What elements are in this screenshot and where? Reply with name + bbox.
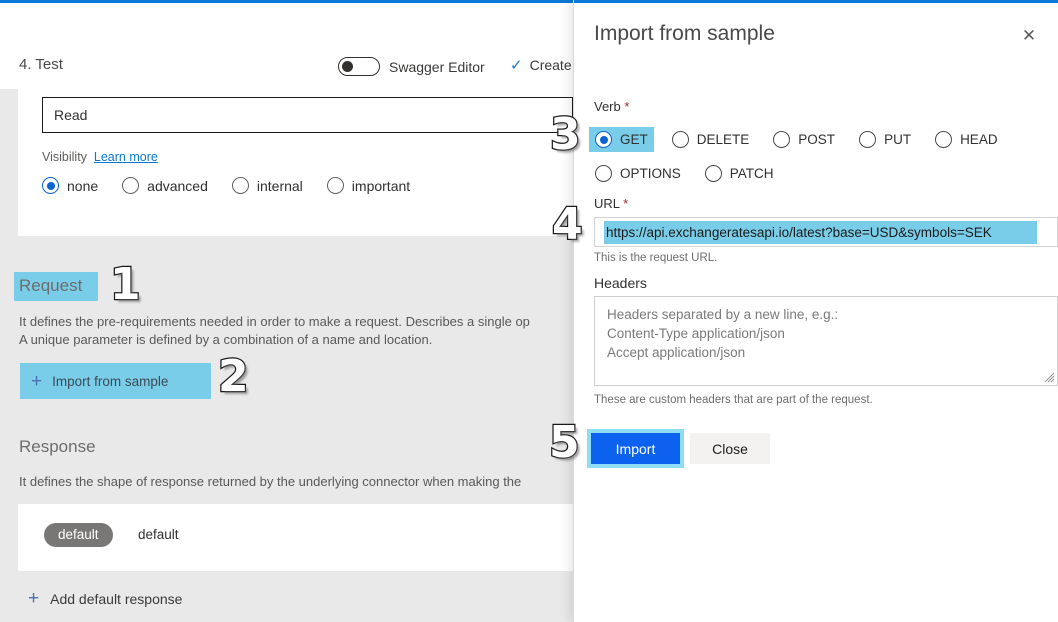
required-asterisk: * bbox=[623, 196, 629, 211]
import-from-sample-label: Import from sample bbox=[52, 373, 169, 389]
page-title: 4. Test bbox=[19, 56, 63, 73]
status-badge: default bbox=[44, 523, 113, 547]
visibility-radio-important[interactable]: important bbox=[326, 177, 411, 194]
url-input[interactable]: https://api.exchangeratesapi.io/latest?b… bbox=[594, 217, 1058, 247]
plus-icon: + bbox=[31, 370, 43, 392]
import-button[interactable]: Import bbox=[591, 433, 680, 464]
radio-label: HEAD bbox=[960, 132, 998, 147]
screenshot-root: 4. Test Swagger Editor ✓ Create Read Vis… bbox=[0, 0, 1058, 622]
annotation-marker-4: 4 bbox=[551, 199, 584, 250]
annotation-marker-5: 5 bbox=[548, 417, 581, 468]
radio-circle-icon bbox=[42, 177, 59, 194]
verb-radio-group-row-2[interactable]: OPTIONS PATCH bbox=[589, 161, 780, 186]
radio-circle-icon bbox=[595, 165, 612, 182]
url-field-label: URL * bbox=[594, 196, 628, 211]
import-from-sample-button[interactable]: + Import from sample bbox=[20, 363, 211, 399]
verb-field-label: Verb * bbox=[594, 99, 629, 114]
radio-label: none bbox=[67, 177, 99, 194]
radio-label: POST bbox=[798, 132, 836, 147]
annotation-marker-1: 1 bbox=[109, 259, 142, 310]
radio-circle-icon bbox=[859, 131, 877, 148]
close-icon[interactable]: ✕ bbox=[1014, 20, 1044, 50]
verb-radio-head[interactable]: HEAD bbox=[929, 127, 1004, 152]
response-section-title: Response bbox=[19, 437, 96, 456]
visibility-row: Visibility Learn more bbox=[42, 150, 158, 164]
radio-label: internal bbox=[256, 177, 303, 194]
create-connector-button[interactable]: ✓ Create bbox=[510, 57, 572, 73]
request-section-title: Request bbox=[14, 272, 99, 301]
add-default-response-button[interactable]: + Add default response bbox=[28, 589, 182, 608]
step-header: 4. Test Swagger Editor ✓ Create bbox=[0, 43, 573, 89]
operation-card: Read Visibility Learn more none advanced… bbox=[18, 89, 573, 236]
visibility-radio-internal[interactable]: internal bbox=[231, 177, 303, 194]
resize-grip-icon[interactable] bbox=[1043, 371, 1055, 383]
verb-radio-put[interactable]: PUT bbox=[853, 127, 917, 152]
visibility-label: Visibility bbox=[42, 150, 87, 164]
radio-circle-icon bbox=[231, 177, 249, 194]
radio-circle-icon bbox=[773, 131, 791, 148]
verb-radio-get[interactable]: GET bbox=[589, 127, 654, 152]
check-icon: ✓ bbox=[510, 56, 523, 74]
visibility-radio-none[interactable]: none bbox=[42, 177, 98, 194]
close-button[interactable]: Close bbox=[690, 433, 770, 464]
visibility-radio-group[interactable]: none advanced internal important bbox=[42, 177, 410, 194]
radio-label: important bbox=[351, 177, 411, 194]
verb-label-text: Verb bbox=[594, 99, 621, 114]
operation-name-input[interactable]: Read bbox=[42, 97, 573, 133]
request-desc-line-2: A unique parameter is defined by a combi… bbox=[19, 332, 433, 347]
radio-circle-icon bbox=[595, 131, 612, 148]
verb-radio-patch[interactable]: PATCH bbox=[699, 161, 780, 186]
radio-label: GET bbox=[620, 132, 648, 147]
radio-circle-icon bbox=[704, 165, 722, 182]
verb-radio-group-row-1[interactable]: GET DELETE POST PUT HEAD bbox=[589, 127, 1004, 152]
radio-circle-icon bbox=[326, 177, 344, 194]
headers-textarea[interactable]: Headers separated by a new line, e.g.: C… bbox=[594, 296, 1058, 386]
annotation-marker-2: 2 bbox=[217, 351, 250, 402]
create-label: Create bbox=[529, 57, 572, 73]
response-section-description: It defines the shape of response returne… bbox=[19, 474, 522, 489]
url-field-hint: This is the request URL. bbox=[594, 252, 718, 264]
radio-circle-icon bbox=[671, 131, 689, 148]
request-section-description: It defines the pre-requirements needed i… bbox=[19, 313, 530, 349]
radio-label: OPTIONS bbox=[620, 166, 681, 181]
request-desc-line-1: It defines the pre-requirements needed i… bbox=[19, 314, 530, 329]
left-rail bbox=[0, 89, 18, 622]
radio-label: DELETE bbox=[696, 132, 750, 147]
annotation-marker-3: 3 bbox=[549, 109, 582, 160]
plus-icon: + bbox=[28, 588, 40, 609]
radio-label: PUT bbox=[884, 132, 912, 147]
response-row-name: default bbox=[138, 527, 179, 542]
headers-field-label: Headers bbox=[594, 275, 647, 291]
app-command-bar bbox=[0, 3, 573, 45]
required-asterisk: * bbox=[624, 99, 630, 114]
panel-title: Import from sample bbox=[594, 22, 775, 45]
visibility-radio-advanced[interactable]: advanced bbox=[122, 177, 208, 194]
verb-radio-post[interactable]: POST bbox=[767, 127, 841, 152]
import-button-highlight: Import bbox=[587, 429, 684, 468]
add-default-response-label: Add default response bbox=[50, 590, 183, 607]
toggle-knob bbox=[342, 61, 353, 72]
response-row[interactable]: default default bbox=[18, 504, 573, 571]
headers-placeholder: Headers separated by a new line, e.g.: C… bbox=[607, 307, 839, 360]
import-from-sample-panel: Import from sample ✕ Verb * GET DELETE P… bbox=[573, 0, 1058, 622]
url-input-value: https://api.exchangeratesapi.io/latest?b… bbox=[604, 220, 1037, 244]
radio-circle-icon bbox=[122, 177, 140, 194]
headers-field-hint: These are custom headers that are part o… bbox=[594, 394, 873, 406]
verb-radio-options[interactable]: OPTIONS bbox=[589, 161, 687, 186]
swagger-editor-toggle[interactable] bbox=[338, 57, 380, 76]
url-label-text: URL bbox=[594, 196, 620, 211]
panel-accent-bar bbox=[574, 0, 1058, 3]
swagger-editor-toggle-group[interactable]: Swagger Editor bbox=[338, 57, 485, 76]
radio-label: advanced bbox=[147, 177, 208, 194]
radio-label: PATCH bbox=[729, 166, 774, 181]
swagger-editor-label: Swagger Editor bbox=[389, 58, 485, 75]
radio-circle-icon bbox=[935, 131, 953, 148]
verb-radio-delete[interactable]: DELETE bbox=[666, 127, 756, 152]
visibility-learn-more-link[interactable]: Learn more bbox=[94, 150, 158, 164]
